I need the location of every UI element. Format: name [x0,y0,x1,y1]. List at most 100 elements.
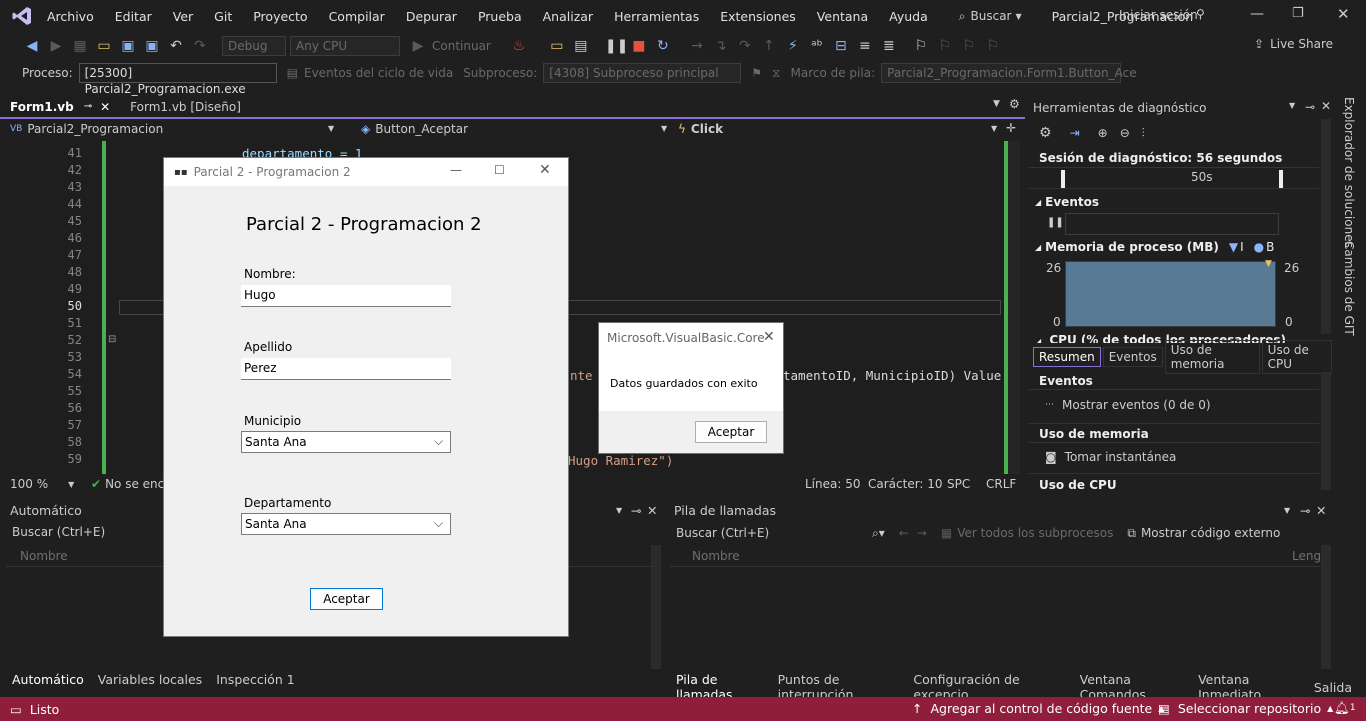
menu-item-git[interactable]: Git [214,9,232,24]
vertical-scrollbar[interactable] [1008,141,1020,474]
bottom-tab-2[interactable]: Inspección 1 [216,672,294,687]
menu-item-depurar[interactable]: Depurar [406,9,457,24]
menu-item-analizar[interactable]: Analizar [543,9,593,24]
close-icon[interactable]: ✕ [1337,5,1350,23]
process-icon[interactable]: ▤ [571,36,591,56]
spc-indicator[interactable]: SPC [947,477,970,491]
municipio-combo[interactable]: Santa Ana ⌵ [241,431,451,453]
signin-link[interactable]: Iniciar sesión [1119,8,1198,22]
close-icon[interactable]: ✕ [647,500,657,522]
timeline-ruler[interactable]: 50s [1029,167,1319,189]
save-icon[interactable]: ▣ [118,36,138,56]
callstack-search[interactable]: Buscar (Ctrl+E) [676,526,872,540]
pause-icon[interactable]: ❚❚ [1047,217,1064,228]
thread-combo[interactable]: [4308] Subproceso principal [543,63,742,83]
stop-icon[interactable]: ■ [629,36,649,56]
view-threads-button[interactable]: Ver todos los subprocesos [957,526,1113,540]
diag-tab-1[interactable]: Eventos [1102,347,1163,367]
open-folder-icon[interactable]: ▭ [94,36,114,56]
liveshare-button[interactable]: ⇪ Live Share [1254,37,1333,51]
crlf-indicator[interactable]: CRLF [986,477,1016,491]
take-snapshot-link[interactable]: ◙ Tomar instantánea [1045,450,1176,464]
filter-icon[interactable]: ⧖ [772,66,780,81]
event-nav-combo[interactable]: ϟ Click ▼ [678,122,998,136]
menu-item-compilar[interactable]: Compilar [329,9,385,24]
step-into-icon[interactable]: ↴ [711,36,731,56]
zoom-out-icon[interactable]: ⊖ [1120,126,1130,140]
platform-combo[interactable]: Any CPU [290,36,400,56]
reset-view-icon[interactable]: ⫶ [1142,126,1145,141]
restart-icon[interactable]: ↻ [653,36,673,56]
zoom-combo[interactable]: 100 % ▼ [10,477,74,491]
collapse-icon[interactable]: ⊟ [108,334,116,345]
close-icon[interactable]: ✕ [1316,500,1326,522]
maximize-icon[interactable]: ☐ [494,163,505,177]
diag-tab-2[interactable]: Uso de memoria [1164,340,1260,374]
lifecycle-icon[interactable]: ▤ [287,66,298,80]
line-indicator[interactable]: Línea: 50 [805,477,861,491]
ok-button[interactable]: Aceptar [695,421,767,443]
hot-reload-icon[interactable]: ♨ [509,36,529,56]
clear-bookmarks-icon[interactable]: ⚐ [983,36,1003,56]
search-icon[interactable]: ⌕▾ [872,526,885,541]
uncomment-icon[interactable]: ≣ [879,36,899,56]
pin-icon[interactable]: ⊸ [631,500,641,522]
folder-icon[interactable]: ▭ [547,36,567,56]
callstack-scrollbar[interactable] [1321,545,1331,669]
minimize-icon[interactable]: — [1250,6,1264,22]
menu-item-prueba[interactable]: Prueba [478,9,522,24]
split-icon[interactable]: ✛ [1006,121,1016,135]
menu-item-archivo[interactable]: Archivo [47,9,94,24]
lifecycle-events[interactable]: Eventos del ciclo de vida [304,66,453,80]
forward-icon[interactable]: → [917,526,927,540]
account-icon[interactable]: ⚲ [1196,7,1205,21]
pin-icon[interactable]: ⊸ [1305,100,1315,114]
chevron-down-icon[interactable]: ▼ [616,500,622,522]
menu-item-extensiones[interactable]: Extensiones [720,9,796,24]
save-all-icon[interactable]: ▣ [142,36,162,56]
range-end-handle[interactable] [1279,170,1283,188]
minimize-icon[interactable]: — [450,163,462,177]
new-project-icon[interactable]: ▦ [70,36,90,56]
continue-button[interactable]: Continuar [432,39,491,53]
next-bookmark-icon[interactable]: ⚐ [959,36,979,56]
bookmark-icon[interactable]: ⚐ [911,36,931,56]
apellido-input[interactable]: Perez [241,358,451,380]
close-icon[interactable]: ✕ [539,162,551,178]
external-code-icon[interactable]: ⧉ [1127,526,1136,541]
stackframe-combo[interactable]: Parcial2_Programacion.Form1.Button_Ace [881,63,1137,83]
configuration-combo[interactable]: Debug [222,36,286,56]
menu-item-ayuda[interactable]: Ayuda [889,9,928,24]
menu-item-proyecto[interactable]: Proyecto [253,9,307,24]
diag-tab-0[interactable]: Resumen [1033,347,1101,367]
bottom-tab-5[interactable]: Salida [1314,680,1352,695]
zoom-in-icon[interactable]: ⊕ [1098,126,1108,140]
spell-icon[interactable]: ᵃᵇ [807,36,827,56]
step-out-icon[interactable]: ↑ [759,36,779,56]
diag-scrollbar-bottom[interactable] [1321,372,1331,490]
tab-form1-designer[interactable]: Form1.vb [Diseño] [120,97,251,117]
callstack-column-name[interactable]: Nombre [670,545,1324,567]
menu-item-editar[interactable]: Editar [115,9,152,24]
callstack-column-lang[interactable]: Leng [1292,549,1321,563]
memory-section-header[interactable]: ◢ Memoria de proceso (MB) ▼ I ● B [1035,240,1274,254]
member-nav-combo[interactable]: ◈ Button_Aceptar ▼ [361,122,671,136]
autos-scrollbar[interactable] [651,545,661,669]
settings-icon[interactable]: ⚙ [1039,125,1052,141]
comment-icon[interactable]: ≡ [855,36,875,56]
bottom-tab-1[interactable]: Variables locales [98,672,202,687]
show-external-button[interactable]: Mostrar código externo [1141,526,1280,540]
undo-icon[interactable]: ↶ [166,36,186,56]
close-tab-icon[interactable]: ✕ [100,97,110,117]
back-icon[interactable]: ← [899,526,909,540]
notifications-button[interactable]: 🔔︎ 1 [1334,700,1356,716]
pause-icon[interactable]: ❚❚ [605,36,628,56]
close-icon[interactable]: ✕ [1321,99,1331,113]
pin-icon[interactable]: ⊸ [1300,500,1310,522]
close-icon[interactable]: ✕ [763,329,775,345]
diagnostics-icon[interactable]: ⚡ [783,36,803,56]
departamento-combo[interactable]: Santa Ana ⌵ [241,513,451,535]
show-next-statement-icon[interactable]: → [687,36,707,56]
select-tools-icon[interactable]: ⇥ [1070,126,1080,140]
range-start-handle[interactable] [1061,170,1065,188]
